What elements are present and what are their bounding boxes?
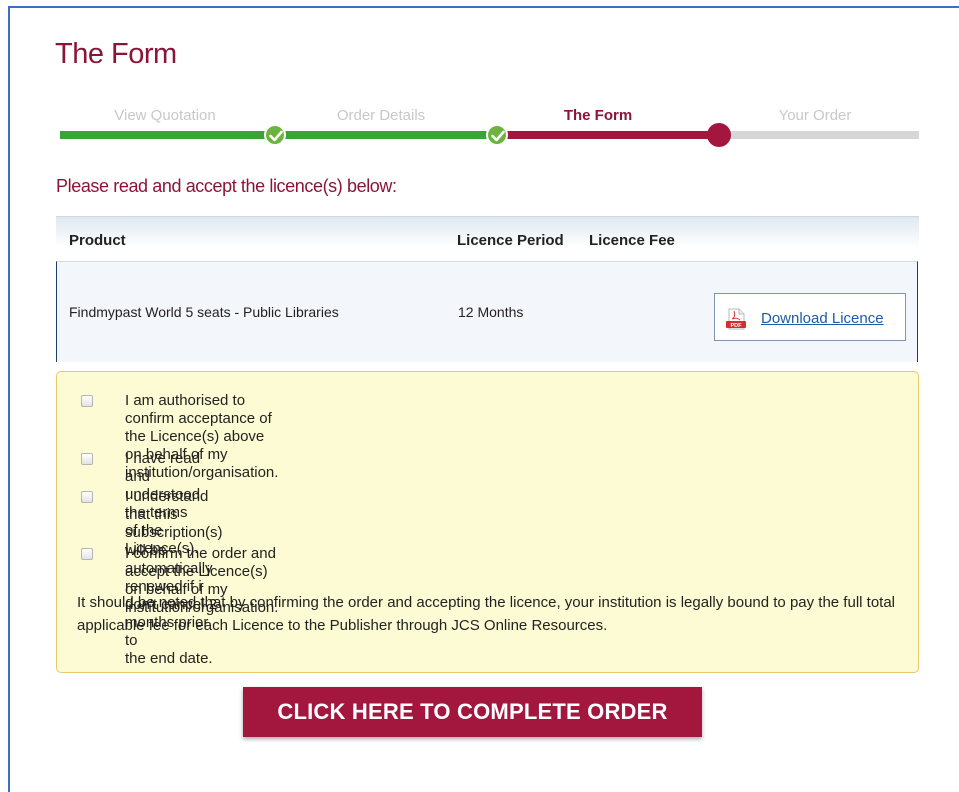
accept-auto-renew-checkbox[interactable] (81, 491, 93, 503)
download-licence-link[interactable]: Download Licence (761, 310, 884, 327)
product-name: Findmypast World 5 seats - Public Librar… (69, 304, 339, 320)
legal-binding-note: It should be noted that by confirming th… (77, 594, 896, 634)
licence-period: 12 Months (458, 304, 524, 320)
download-licence-button[interactable]: PDF Download Licence (714, 293, 906, 341)
stepper-track-current (497, 131, 719, 139)
table-row: Findmypast World 5 seats - Public Librar… (56, 261, 918, 362)
licence-acceptance-panel: I am authorised to confirm acceptance of… (56, 371, 919, 673)
stepper-track-pending (719, 131, 919, 139)
pdf-file-icon: PDF (725, 308, 747, 335)
column-header-product: Product (69, 232, 126, 249)
svg-text:PDF: PDF (731, 323, 743, 329)
step-view-quotation[interactable]: View Quotation (75, 107, 255, 124)
page-title: The Form (55, 38, 177, 70)
accept-authorised-checkbox[interactable] (81, 395, 93, 407)
step-done-check-icon (486, 124, 508, 146)
step-the-form: The Form (563, 107, 633, 124)
step-order-details[interactable]: Order Details (291, 107, 471, 124)
step-your-order: Your Order (778, 107, 852, 124)
step-done-check-icon (264, 124, 286, 146)
step-current-dot-icon (707, 123, 731, 147)
accept-read-terms-checkbox[interactable] (81, 453, 93, 465)
complete-order-button[interactable]: CLICK HERE TO COMPLETE ORDER (243, 687, 702, 737)
column-header-licence-period: Licence Period (457, 232, 564, 249)
licence-table-header: Product Licence Period Licence Fee (56, 216, 919, 261)
column-header-licence-fee: Licence Fee (589, 232, 675, 249)
licence-intro-text: Please read and accept the licence(s) be… (56, 176, 397, 196)
accept-confirm-order-checkbox[interactable] (81, 548, 93, 560)
